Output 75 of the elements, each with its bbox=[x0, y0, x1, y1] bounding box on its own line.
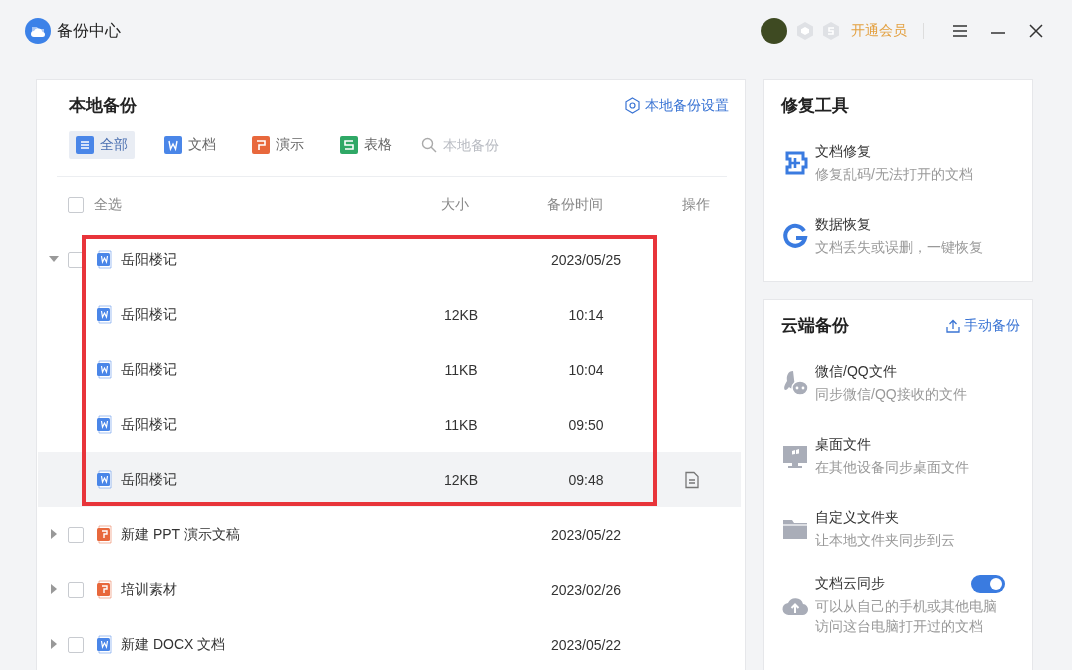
upload-icon bbox=[946, 318, 960, 333]
recover-icon bbox=[781, 222, 809, 250]
file-name: 新建 PPT 演示文稿 bbox=[121, 525, 240, 544]
document-file-icon bbox=[96, 635, 113, 654]
column-header: 大小 bbox=[441, 195, 469, 214]
tool-description: 文档丢失或误删，一键恢复 bbox=[815, 237, 984, 257]
all-filter-icon bbox=[76, 136, 94, 154]
window-title: 备份中心 bbox=[57, 20, 121, 41]
backup-time: 2023/02/26 bbox=[550, 581, 622, 598]
file-size: 12KB bbox=[443, 306, 479, 323]
tool-title[interactable]: 数据恢复 bbox=[815, 215, 871, 234]
file-name: 岳阳楼记 bbox=[121, 360, 177, 379]
tool-description: 让本地文件夹同步到云 bbox=[815, 530, 956, 550]
settings-icon bbox=[624, 97, 641, 114]
card-title: 修复工具 bbox=[781, 95, 849, 117]
document-file-icon bbox=[96, 470, 113, 489]
backup-time: 09:50 bbox=[568, 416, 604, 433]
doc-filter-icon bbox=[164, 136, 182, 154]
app-logo-icon bbox=[25, 18, 51, 44]
row-checkbox[interactable] bbox=[68, 636, 84, 653]
tool-description: 修复乱码/无法打开的文档 bbox=[815, 164, 974, 184]
highlighted-file-row[interactable]: 岳阳楼记 12KB 09:48 bbox=[38, 452, 741, 507]
ppt-filter-icon bbox=[252, 136, 270, 154]
manual-backup-link[interactable]: 手动备份 bbox=[946, 316, 1020, 335]
document-file-icon bbox=[96, 305, 113, 324]
badge-icon bbox=[795, 21, 815, 41]
row-checkbox[interactable] bbox=[68, 526, 84, 543]
tool-title[interactable]: 桌面文件 bbox=[815, 435, 871, 454]
backup-time: 2023/05/25 bbox=[550, 251, 622, 268]
badge-icon bbox=[821, 21, 841, 41]
file-name: 岳阳楼记 bbox=[121, 470, 177, 489]
panel-title: 本地备份 bbox=[69, 95, 137, 117]
chat-icon bbox=[781, 369, 809, 397]
search-icon bbox=[421, 137, 437, 153]
document-file-icon bbox=[96, 415, 113, 434]
backup-time: 10:04 bbox=[568, 361, 604, 378]
filter-tab[interactable]: 表格 bbox=[333, 131, 399, 159]
tool-title[interactable]: 文档修复 bbox=[815, 142, 871, 161]
document-file-icon bbox=[96, 250, 113, 269]
sheet-filter-icon bbox=[340, 136, 358, 154]
filter-tab[interactable]: 演示 bbox=[245, 131, 311, 159]
file-size: 11KB bbox=[444, 361, 478, 378]
backup-time: 10:14 bbox=[568, 306, 604, 323]
file-name: 新建 DOCX 文档 bbox=[121, 635, 226, 654]
file-size: 11KB bbox=[444, 416, 478, 433]
file-name: 岳阳楼记 bbox=[121, 305, 177, 324]
file-size: 12KB bbox=[443, 471, 479, 488]
card-title: 云端备份 bbox=[781, 315, 849, 337]
select-all-checkbox[interactable] bbox=[68, 196, 84, 213]
tool-description: 可以从自己的手机或其他电脑访问这台电脑打开过的文档 bbox=[815, 597, 998, 636]
file-name: 岳阳楼记 bbox=[121, 250, 177, 269]
backup-time: 09:48 bbox=[568, 471, 604, 488]
select-all-label: 全选 bbox=[94, 195, 123, 214]
presentation-file-icon bbox=[96, 525, 113, 544]
filter-tab[interactable]: 文档 bbox=[157, 131, 223, 159]
backup-time: 2023/05/22 bbox=[550, 526, 622, 543]
tool-title[interactable]: 文档云同步 bbox=[815, 575, 885, 593]
backup-time: 2023/05/22 bbox=[550, 636, 622, 653]
filter-tab[interactable]: 全部 bbox=[69, 131, 135, 159]
presentation-file-icon bbox=[96, 580, 113, 599]
tool-title[interactable]: 微信/QQ文件 bbox=[815, 362, 897, 381]
row-checkbox[interactable] bbox=[68, 581, 84, 598]
search-field[interactable]: 本地备份 bbox=[421, 137, 543, 153]
sync-toggle[interactable] bbox=[971, 575, 1005, 593]
avatar[interactable] bbox=[761, 18, 787, 44]
file-name: 培训素材 bbox=[121, 580, 177, 599]
document-file-icon bbox=[96, 360, 113, 379]
tool-title[interactable]: 自定义文件夹 bbox=[815, 508, 899, 527]
document-icon[interactable] bbox=[683, 470, 701, 489]
tool-description: 在其他设备同步桌面文件 bbox=[815, 457, 970, 477]
tool-description: 同步微信/QQ接收的文件 bbox=[815, 384, 968, 404]
file-name: 岳阳楼记 bbox=[121, 415, 177, 434]
settings-link[interactable]: 本地备份设置 bbox=[624, 96, 729, 115]
column-header: 备份时间 bbox=[547, 195, 603, 214]
column-header: 操作 bbox=[682, 195, 710, 214]
